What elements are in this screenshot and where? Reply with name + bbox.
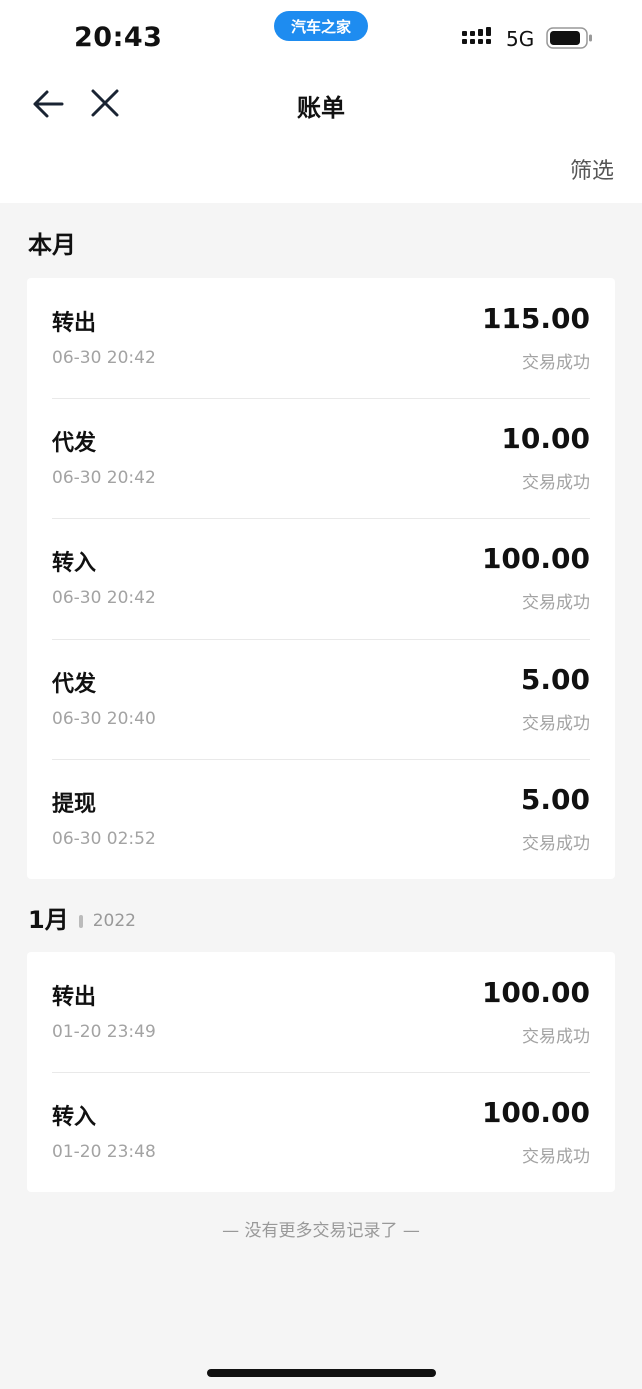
transaction-card-this-month: 转出 06-30 20:42 115.00 交易成功 代发 06-30 20:4… bbox=[27, 278, 615, 879]
transaction-time: 06-30 20:42 bbox=[52, 348, 156, 368]
signal-icon bbox=[462, 27, 491, 44]
home-indicator[interactable] bbox=[207, 1369, 436, 1377]
section-title-january: 1月 2022 bbox=[28, 900, 136, 935]
status-time: 20:43 bbox=[74, 22, 163, 53]
transaction-amount: 5.00 bbox=[520, 782, 590, 816]
transaction-row[interactable]: 转入 06-30 20:42 100.00 交易成功 bbox=[27, 518, 615, 638]
transaction-time: 06-30 20:40 bbox=[52, 708, 156, 729]
transaction-time: 06-30 20:42 bbox=[52, 468, 156, 489]
page-title: 账单 bbox=[297, 94, 345, 122]
transaction-status: 交易成功 bbox=[522, 713, 590, 734]
battery-icon bbox=[546, 27, 592, 49]
transaction-amount: 100.00 bbox=[481, 542, 590, 576]
section-year-text: 2022 bbox=[92, 911, 136, 931]
transaction-type: 提现 bbox=[52, 791, 97, 817]
transaction-row[interactable]: 代发 06-30 20:40 5.00 交易成功 bbox=[27, 638, 615, 759]
transaction-status: 交易成功 bbox=[522, 1027, 590, 1047]
year-divider bbox=[78, 914, 83, 928]
section-title-text: 1月 bbox=[28, 906, 69, 934]
transaction-time: 06-30 20:42 bbox=[52, 588, 156, 609]
app-badge[interactable]: 汽车之家 bbox=[274, 11, 368, 41]
transaction-row[interactable]: 转入 01-20 23:48 100.00 交易成功 bbox=[27, 1072, 615, 1192]
transaction-status: 交易成功 bbox=[522, 593, 590, 614]
section-title-text: 本月 bbox=[28, 231, 76, 259]
transaction-status: 交易成功 bbox=[522, 833, 590, 854]
network-label: 5G bbox=[506, 27, 535, 51]
transaction-type: 代发 bbox=[52, 431, 97, 457]
transaction-time: 01-20 23:49 bbox=[52, 1022, 156, 1042]
transaction-card-january: 转出 01-20 23:49 100.00 交易成功 转入 01-20 23:4… bbox=[27, 952, 615, 1193]
filter-button[interactable]: 筛选 bbox=[570, 153, 614, 185]
transaction-row[interactable]: 转出 01-20 23:49 100.00 交易成功 bbox=[27, 952, 615, 1072]
transaction-type: 代发 bbox=[52, 671, 97, 697]
transaction-status: 交易成功 bbox=[522, 1147, 590, 1168]
transaction-type: 转出 bbox=[52, 311, 97, 336]
no-more-records-note: — 没有更多交易记录了 — bbox=[222, 1221, 420, 1241]
transaction-amount: 100.00 bbox=[481, 1096, 590, 1130]
transaction-row[interactable]: 代发 06-30 20:42 10.00 交易成功 bbox=[27, 398, 615, 518]
transaction-type: 转入 bbox=[52, 551, 97, 577]
transaction-type: 转入 bbox=[52, 1105, 97, 1131]
transaction-amount: 100.00 bbox=[481, 976, 590, 1009]
section-title-this-month: 本月 bbox=[28, 225, 76, 260]
transaction-status: 交易成功 bbox=[522, 353, 590, 373]
section-year: 2022 bbox=[78, 911, 136, 931]
transaction-row[interactable]: 转出 06-30 20:42 115.00 交易成功 bbox=[27, 278, 615, 398]
transaction-row[interactable]: 提现 06-30 02:52 5.00 交易成功 bbox=[27, 758, 615, 879]
transaction-time: 01-20 23:48 bbox=[52, 1142, 156, 1163]
transaction-amount: 10.00 bbox=[501, 422, 590, 456]
transaction-status: 交易成功 bbox=[522, 473, 590, 494]
transaction-time: 06-30 02:52 bbox=[52, 828, 156, 849]
transaction-amount: 115.00 bbox=[481, 302, 590, 335]
transaction-amount: 5.00 bbox=[520, 662, 590, 696]
transaction-type: 转出 bbox=[52, 985, 97, 1010]
